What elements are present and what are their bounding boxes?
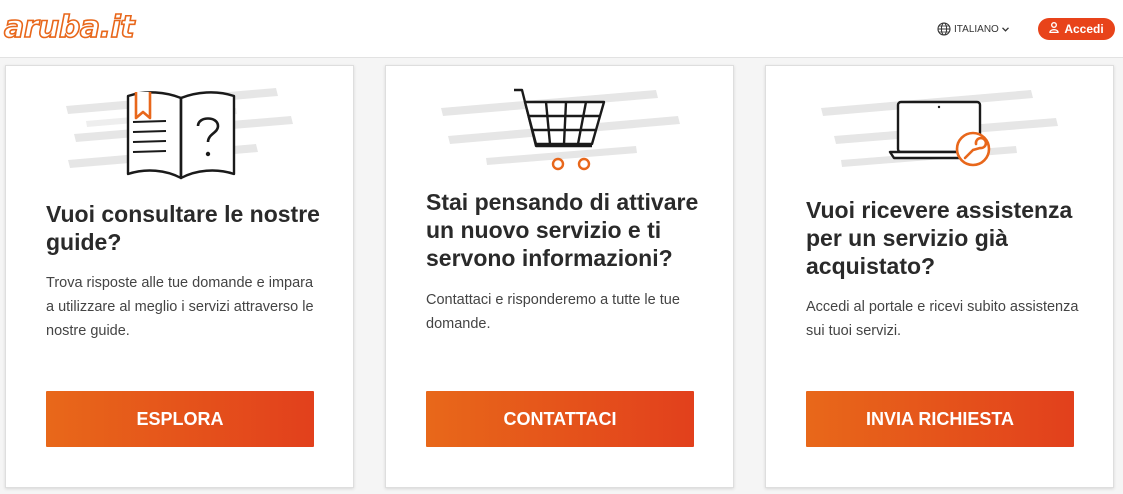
language-selector[interactable]: ITALIANO [937, 20, 1009, 38]
contact-button[interactable]: CONTATTACI [426, 391, 694, 447]
card-description: Contattaci e risponderemo a tutte le tue… [426, 292, 680, 332]
send-request-button[interactable]: INVIA RICHIESTA [806, 391, 1074, 447]
card-description: Accedi al portale e ricevi subito assist… [806, 299, 1079, 339]
login-button[interactable]: Accedi [1038, 18, 1115, 40]
top-header: aruba.it ITALIANO Accedi [0, 0, 1123, 58]
chevron-down-icon [1001, 26, 1009, 32]
card-illustration [386, 66, 735, 186]
explore-button[interactable]: ESPLORA [46, 391, 314, 447]
aruba-logo[interactable]: aruba.it [3, 9, 135, 46]
card-guides: Vuoi consultare le nostre guide? Trova r… [5, 65, 354, 488]
language-label: ITALIANO [954, 23, 999, 35]
logo-text: aruba.it [3, 9, 135, 46]
card-new-service: Stai pensando di attivare un nuovo servi… [385, 65, 734, 488]
card-title: Vuoi consultare le nostre guide? [46, 201, 320, 255]
card-illustration [6, 66, 355, 186]
card-illustration [766, 66, 1115, 186]
card-description: Trova risposte alle tue domande e impara… [46, 275, 314, 339]
globe-icon [937, 22, 951, 36]
card-support: Vuoi ricevere assistenza per un servizio… [765, 65, 1114, 488]
card-title: Vuoi ricevere assistenza per un servizio… [806, 197, 1073, 279]
card-title: Stai pensando di attivare un nuovo servi… [426, 189, 699, 271]
user-icon [1049, 22, 1060, 36]
login-label: Accedi [1064, 22, 1104, 36]
